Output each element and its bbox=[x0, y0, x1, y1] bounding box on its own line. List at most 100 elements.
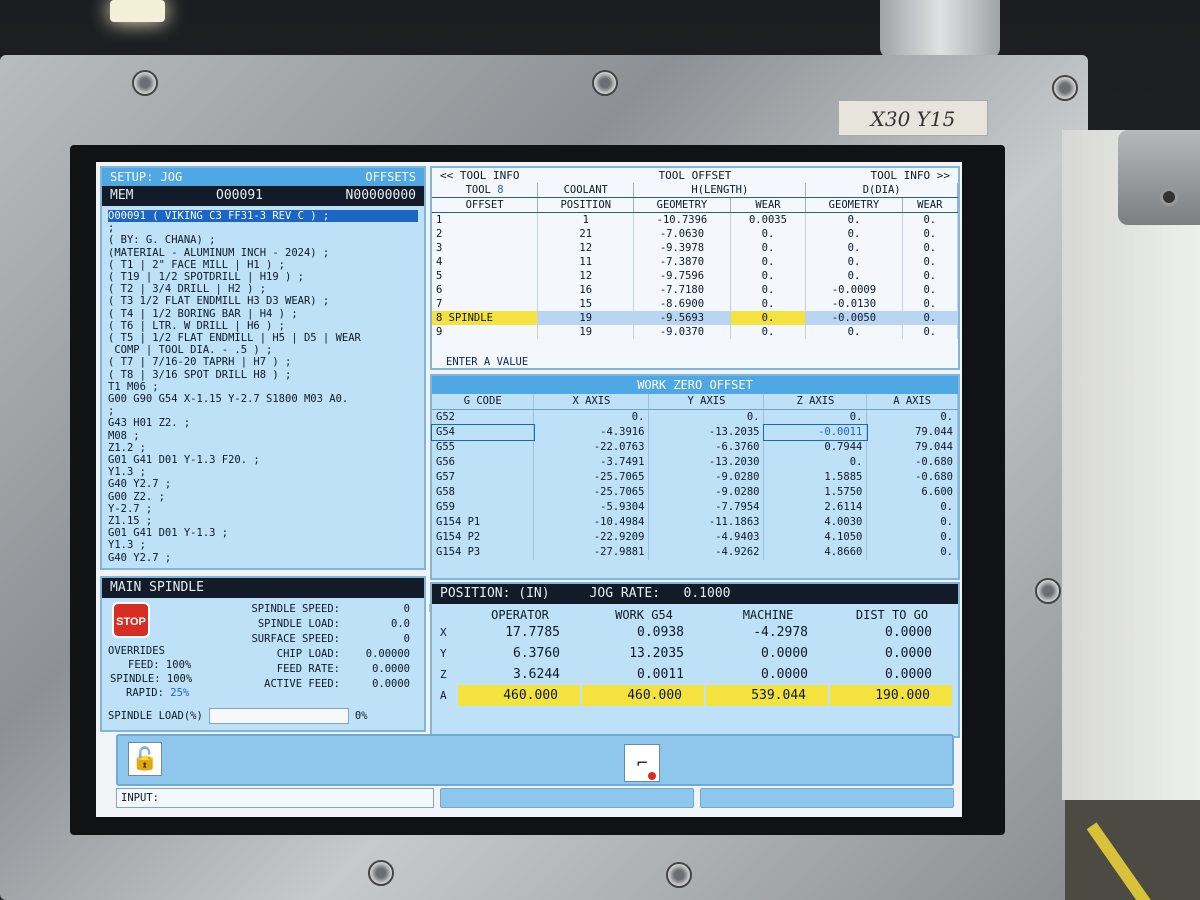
program-line[interactable]: Y-2.7 ; bbox=[108, 503, 418, 515]
tool-offset-row[interactable]: 9 19 -9.0370 0. 0. 0. bbox=[432, 325, 959, 339]
work-zero-row[interactable]: G59 -5.9304 -7.7954 2.6114 0. bbox=[432, 500, 958, 515]
tool-offset-cell[interactable]: 0. bbox=[730, 269, 807, 283]
tool-offset-cell[interactable]: 0. bbox=[902, 297, 959, 311]
tool-offset-row[interactable]: 6 16 -7.7180 0. -0.0009 0. bbox=[432, 283, 959, 297]
work-zero-cell[interactable]: 0. bbox=[866, 500, 958, 515]
work-zero-row[interactable]: G54 -4.3916 -13.2035 -0.0011 79.044 bbox=[431, 424, 958, 441]
work-zero-cell[interactable]: G154 P3 bbox=[432, 545, 535, 560]
work-zero-cell[interactable]: -5.9304 bbox=[533, 500, 650, 515]
work-zero-cell[interactable]: G57 bbox=[432, 470, 535, 485]
stop-button[interactable]: STOP bbox=[112, 602, 150, 638]
program-line[interactable]: T1 M06 ; bbox=[108, 381, 418, 393]
tool-offset-cell[interactable]: 0. bbox=[805, 255, 903, 269]
work-zero-cell[interactable]: -11.1863 bbox=[648, 515, 765, 530]
tool-offset-cell[interactable]: 19 bbox=[537, 325, 635, 339]
program-line[interactable]: ( T5 | 1/2 FLAT ENDMILL | H5 | D5 | WEAR bbox=[108, 332, 418, 344]
tool-offset-cell[interactable]: -0.0009 bbox=[805, 283, 903, 297]
tool-offset-cell[interactable]: 0. bbox=[805, 227, 903, 241]
tool-offset-cell[interactable]: 2 bbox=[432, 227, 539, 241]
work-zero-cell[interactable]: -27.9881 bbox=[533, 545, 650, 560]
work-zero-cell[interactable]: -22.9209 bbox=[533, 530, 650, 545]
tool-offset-cell[interactable]: 0. bbox=[805, 212, 903, 227]
work-zero-cell[interactable]: 0. bbox=[763, 409, 868, 425]
work-zero-cell[interactable]: 0. bbox=[533, 409, 650, 425]
program-line[interactable]: ( T1 | 2" FACE MILL | H1 ) ; bbox=[108, 259, 418, 271]
tool-offset-cell[interactable]: 0. bbox=[902, 325, 959, 339]
work-zero-cell[interactable]: G154 P1 bbox=[432, 515, 535, 530]
program-line[interactable]: ; bbox=[108, 405, 418, 417]
work-zero-cell[interactable]: 79.044 bbox=[866, 425, 958, 440]
tool-offset-cell[interactable]: 4 bbox=[432, 255, 539, 269]
work-zero-cell[interactable]: -3.7491 bbox=[533, 455, 650, 470]
program-line[interactable]: Y1.3 ; bbox=[108, 466, 418, 478]
tool-offset-cell[interactable]: -0.0130 bbox=[805, 297, 903, 311]
work-zero-cell[interactable]: -4.9262 bbox=[648, 545, 765, 560]
tool-offset-cell[interactable]: 0.0035 bbox=[730, 212, 807, 227]
tool-offset-cell[interactable]: 0. bbox=[902, 311, 959, 325]
program-line[interactable]: G01 G41 D01 Y-1.3 F20. ; bbox=[108, 454, 418, 466]
work-zero-cell[interactable]: 0. bbox=[866, 530, 958, 545]
program-line[interactable]: G00 G90 G54 X-1.15 Y-2.7 S1800 M03 A0. bbox=[108, 393, 418, 405]
tool-offset-cell[interactable]: 8 SPINDLE bbox=[432, 311, 539, 325]
program-line[interactable]: G40 Y2.7 ; bbox=[108, 552, 418, 564]
program-line[interactable]: G00 Z2. ; bbox=[108, 491, 418, 503]
tool-offset-cell[interactable]: -9.0370 bbox=[633, 325, 731, 339]
program-line[interactable]: G01 G41 D01 Y-1.3 ; bbox=[108, 527, 418, 539]
work-zero-cell[interactable]: 0. bbox=[866, 409, 958, 425]
tool-offset-cell[interactable]: -9.7596 bbox=[633, 269, 731, 283]
program-line[interactable]: Z1.15 ; bbox=[108, 515, 418, 527]
work-zero-cell[interactable]: 0. bbox=[866, 515, 958, 530]
tool-offset-cell[interactable]: 0. bbox=[902, 212, 959, 227]
program-line[interactable]: O00091 ( VIKING C3 FF31-3 REV C ) ; bbox=[108, 210, 418, 223]
tool-offset-cell[interactable]: 1 bbox=[432, 212, 539, 227]
work-zero-cell[interactable]: 0. bbox=[763, 455, 868, 470]
work-zero-cell[interactable]: -13.2035 bbox=[648, 425, 765, 440]
tool-offset-cell[interactable]: 0. bbox=[805, 325, 903, 339]
program-line[interactable]: COMP | TOOL DIA. - .5 ) ; bbox=[108, 344, 418, 356]
work-zero-cell[interactable]: -0.680 bbox=[866, 455, 958, 470]
offsets-tab[interactable]: OFFSETS bbox=[365, 168, 416, 186]
tool-offset-row[interactable]: 3 12 -9.3978 0. 0. 0. bbox=[432, 241, 959, 255]
tool-offset-cell[interactable]: 0. bbox=[805, 241, 903, 255]
program-line[interactable]: M08 ; bbox=[108, 430, 418, 442]
tool-offset-cell[interactable]: -9.3978 bbox=[633, 241, 731, 255]
work-zero-cell[interactable]: 0. bbox=[648, 409, 765, 425]
work-zero-cell[interactable]: 4.0030 bbox=[763, 515, 868, 530]
tool-offset-cell[interactable]: 0. bbox=[730, 325, 807, 339]
tool-offset-cell[interactable]: 21 bbox=[537, 227, 635, 241]
work-zero-row[interactable]: G52 0. 0. 0. 0. bbox=[432, 409, 958, 425]
tool-offset-cell[interactable]: -0.0050 bbox=[805, 311, 903, 325]
work-zero-cell[interactable]: 1.5750 bbox=[763, 485, 868, 500]
tool-info-prev-button[interactable]: << TOOL INFO bbox=[440, 169, 519, 182]
tool-offset-cell[interactable]: -8.6900 bbox=[633, 297, 731, 311]
tool-offset-cell[interactable]: -9.5693 bbox=[633, 311, 731, 325]
program-line[interactable]: ( T2 | 3/4 DRILL | H2 ) ; bbox=[108, 283, 418, 295]
work-zero-cell[interactable]: -9.0280 bbox=[648, 470, 765, 485]
tool-offset-row[interactable]: 2 21 -7.0630 0. 0. 0. bbox=[432, 227, 959, 241]
work-zero-row[interactable]: G57 -25.7065 -9.0280 1.5885 -0.680 bbox=[432, 470, 958, 485]
program-line[interactable]: ( T3 1/2 FLAT ENDMILL H3 D3 WEAR) ; bbox=[108, 295, 418, 307]
work-zero-row[interactable]: G154 P3 -27.9881 -4.9262 4.8660 0. bbox=[432, 545, 958, 560]
program-line[interactable]: ( T4 | 1/2 BORING BAR | H4 ) ; bbox=[108, 308, 418, 320]
program-line[interactable]: ( T6 | LTR. W DRILL | H6 ) ; bbox=[108, 320, 418, 332]
tool-offset-cell[interactable]: 0. bbox=[730, 241, 807, 255]
tool-offset-cell[interactable]: 0. bbox=[902, 269, 959, 283]
work-zero-cell[interactable]: 4.1050 bbox=[763, 530, 868, 545]
work-zero-row[interactable]: G56 -3.7491 -13.2030 0. -0.680 bbox=[432, 455, 958, 470]
work-zero-cell[interactable]: 0.7944 bbox=[763, 440, 868, 455]
tool-offset-cell[interactable]: 0. bbox=[902, 241, 959, 255]
work-zero-cell[interactable]: -4.3916 bbox=[533, 425, 650, 440]
tool-offset-cell[interactable]: 0. bbox=[805, 269, 903, 283]
tool-offset-cell[interactable]: -10.7396 bbox=[633, 212, 731, 227]
tool-offset-cell[interactable]: 0. bbox=[730, 311, 807, 325]
program-listing[interactable]: O00091 ( VIKING C3 FF31-3 REV C ) ;;( BY… bbox=[102, 206, 424, 568]
work-zero-cell[interactable]: -0.680 bbox=[866, 470, 958, 485]
tool-offset-cell[interactable]: 0. bbox=[730, 255, 807, 269]
work-zero-cell[interactable]: -10.4984 bbox=[533, 515, 650, 530]
work-zero-cell[interactable]: -9.0280 bbox=[648, 485, 765, 500]
tool-offset-cell[interactable]: -7.7180 bbox=[633, 283, 731, 297]
tool-offset-cell[interactable]: 16 bbox=[537, 283, 635, 297]
work-zero-cell[interactable]: -13.2030 bbox=[648, 455, 765, 470]
tool-offset-row[interactable]: 1 1 -10.7396 0.0035 0. 0. bbox=[432, 212, 959, 227]
tool-offset-cell[interactable]: 0. bbox=[730, 227, 807, 241]
